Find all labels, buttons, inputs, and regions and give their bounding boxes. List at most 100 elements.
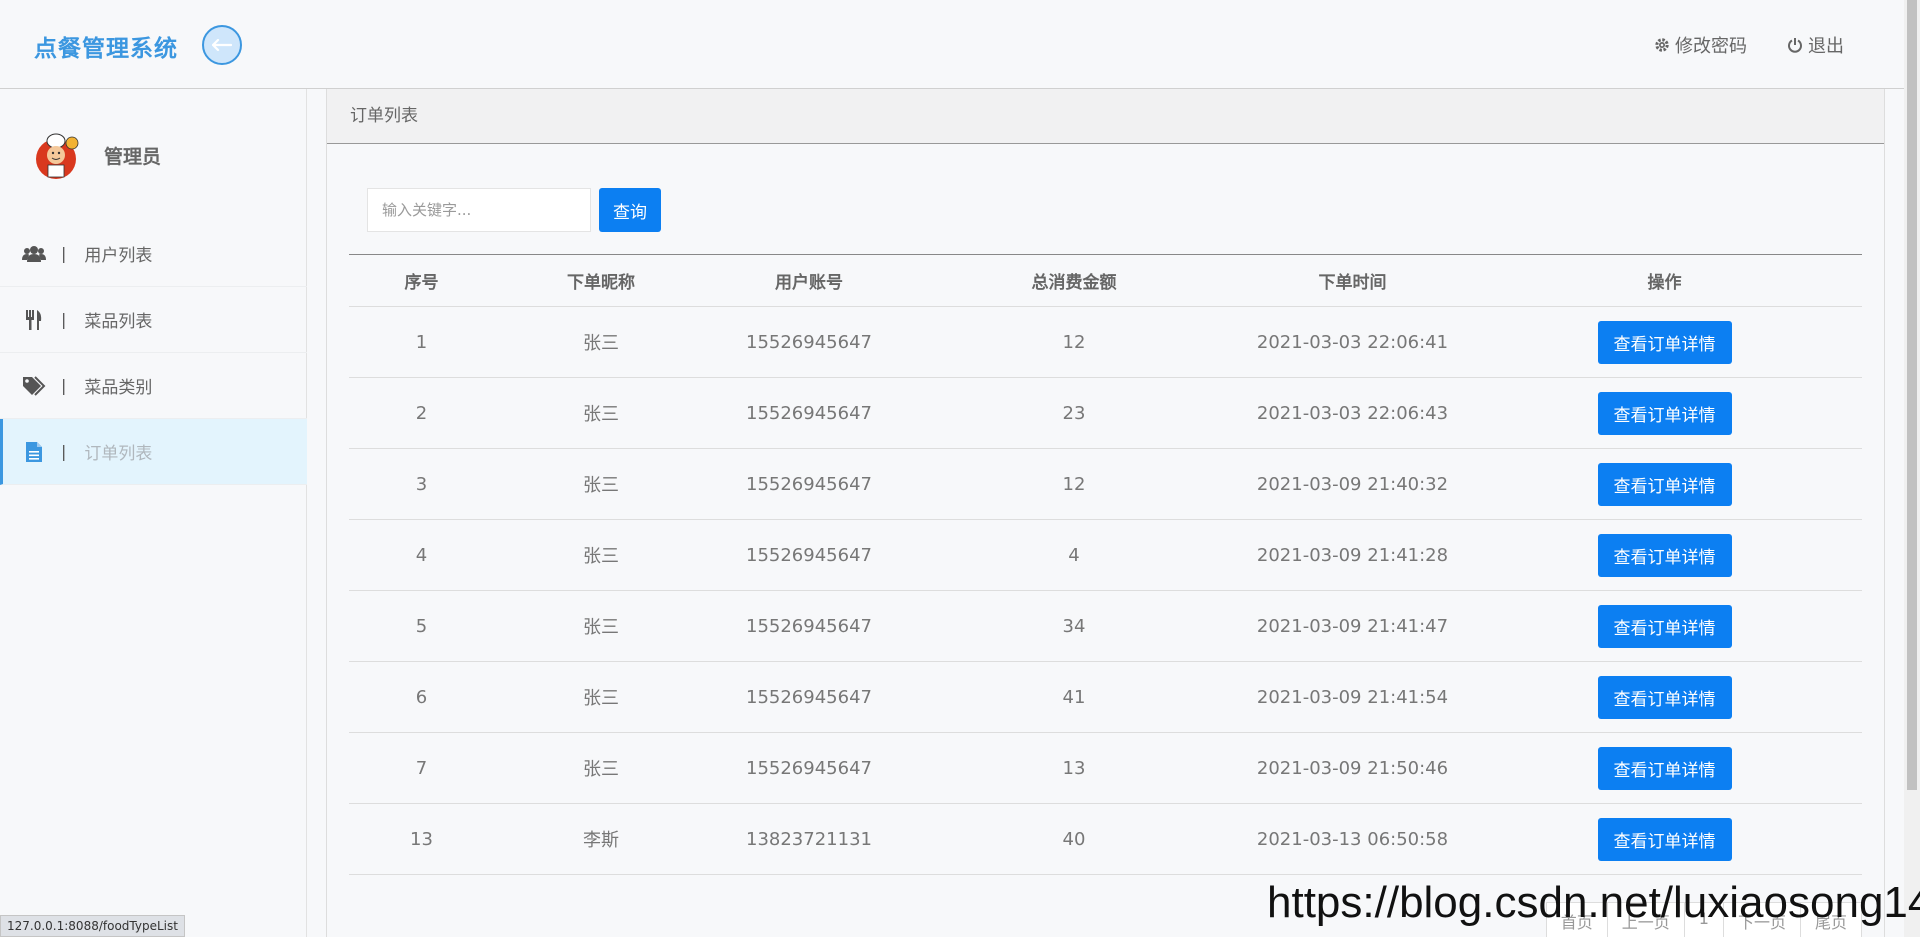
sidebar-item-label: 菜品类别 xyxy=(84,378,153,398)
cell-index: 7 xyxy=(349,732,494,804)
cell-total: 12 xyxy=(910,448,1238,520)
cell-order-time: 2021-03-03 22:06:43 xyxy=(1238,377,1467,449)
cell-order-time: 2021-03-13 06:50:58 xyxy=(1238,803,1467,875)
cell-nickname: 李斯 xyxy=(494,803,708,875)
sidebar: 管理员 | 用户列表 | 菜品列表 | 菜品类别 | 订单列表 xyxy=(0,89,307,937)
arrow-left-icon xyxy=(212,39,232,51)
table-row: 7 张三 15526945647 13 2021-03-09 21:50:46 … xyxy=(349,732,1862,804)
sidebar-item-label: 订单列表 xyxy=(84,444,153,464)
cell-order-time: 2021-03-09 21:41:47 xyxy=(1238,590,1467,662)
order-list-panel: 订单列表 查询 序号 下单昵称 用户账号 总消费金额 下单时间 操作 1 张三 … xyxy=(326,89,1885,937)
logout-link[interactable]: 退出 xyxy=(1787,32,1844,58)
table-row: 2 张三 15526945647 23 2021-03-03 22:06:43 … xyxy=(349,377,1862,449)
cell-index: 2 xyxy=(349,377,494,449)
sidebar-item-label: 菜品列表 xyxy=(84,312,153,332)
cell-account: 15526945647 xyxy=(708,732,910,804)
table-row: 6 张三 15526945647 41 2021-03-09 21:41:54 … xyxy=(349,661,1862,733)
view-order-details-button[interactable]: 查看订单详情 xyxy=(1597,391,1732,435)
cell-nickname: 张三 xyxy=(494,661,708,733)
sidebar-item-dishes[interactable]: | 菜品列表 xyxy=(0,287,307,353)
search-button[interactable]: 查询 xyxy=(599,188,661,232)
cell-nickname: 张三 xyxy=(494,306,708,378)
table-header-row: 序号 下单昵称 用户账号 总消费金额 下单时间 操作 xyxy=(349,254,1862,307)
app-title: 点餐管理系统 xyxy=(34,36,178,62)
table-row: 4 张三 15526945647 4 2021-03-09 21:41:28 查… xyxy=(349,519,1862,591)
tags-icon xyxy=(21,375,47,397)
column-header: 下单昵称 xyxy=(494,254,708,307)
column-header: 下单时间 xyxy=(1238,254,1467,307)
table-row: 13 李斯 13823721131 40 2021-03-13 06:50:58… xyxy=(349,803,1862,875)
sidebar-item-users[interactable]: | 用户列表 xyxy=(0,221,307,287)
page-scrollbar[interactable] xyxy=(1904,0,1920,937)
cell-total: 12 xyxy=(910,306,1238,378)
cell-account: 13823721131 xyxy=(708,803,910,875)
cell-account: 15526945647 xyxy=(708,448,910,520)
cell-total: 34 xyxy=(910,590,1238,662)
cell-order-time: 2021-03-09 21:41:54 xyxy=(1238,661,1467,733)
utensils-icon xyxy=(21,309,47,331)
gear-icon xyxy=(1655,38,1669,52)
cell-nickname: 张三 xyxy=(494,590,708,662)
cell-nickname: 张三 xyxy=(494,377,708,449)
change-password-link[interactable]: 修改密码 xyxy=(1654,32,1747,58)
view-order-details-button[interactable]: 查看订单详情 xyxy=(1597,746,1732,790)
orders-table: 序号 下单昵称 用户账号 总消费金额 下单时间 操作 1 张三 15526945… xyxy=(349,254,1862,875)
cell-account: 15526945647 xyxy=(708,306,910,378)
profile: 管理员 xyxy=(30,129,161,181)
cell-account: 15526945647 xyxy=(708,661,910,733)
cell-index: 1 xyxy=(349,306,494,378)
file-icon xyxy=(21,441,47,463)
view-order-details-button[interactable]: 查看订单详情 xyxy=(1597,817,1732,861)
view-order-details-button[interactable]: 查看订单详情 xyxy=(1597,604,1732,648)
cell-total: 23 xyxy=(910,377,1238,449)
panel-title: 订单列表 xyxy=(327,89,1884,144)
column-header: 序号 xyxy=(349,254,494,307)
view-order-details-button[interactable]: 查看订单详情 xyxy=(1597,675,1732,719)
cell-index: 4 xyxy=(349,519,494,591)
cell-index: 5 xyxy=(349,590,494,662)
scrollbar-thumb[interactable] xyxy=(1907,0,1917,790)
cell-total: 40 xyxy=(910,803,1238,875)
collapse-sidebar-button[interactable] xyxy=(202,25,242,65)
cell-index: 6 xyxy=(349,661,494,733)
profile-name: 管理员 xyxy=(104,145,162,168)
power-icon xyxy=(1788,38,1802,53)
cell-account: 15526945647 xyxy=(708,377,910,449)
sidebar-item-label: 用户列表 xyxy=(84,246,153,266)
table-row: 3 张三 15526945647 12 2021-03-09 21:40:32 … xyxy=(349,448,1862,520)
column-header: 操作 xyxy=(1467,254,1862,307)
cell-nickname: 张三 xyxy=(494,519,708,591)
change-password-label: 修改密码 xyxy=(1675,36,1747,57)
table-row: 1 张三 15526945647 12 2021-03-03 22:06:41 … xyxy=(349,306,1862,378)
cell-index: 3 xyxy=(349,448,494,520)
cell-total: 13 xyxy=(910,732,1238,804)
column-header: 用户账号 xyxy=(708,254,910,307)
search-bar: 查询 xyxy=(367,188,661,232)
search-input[interactable] xyxy=(367,188,591,232)
chef-avatar xyxy=(36,133,79,179)
cell-order-time: 2021-03-09 21:41:28 xyxy=(1238,519,1467,591)
cell-order-time: 2021-03-09 21:40:32 xyxy=(1238,448,1467,520)
view-order-details-button[interactable]: 查看订单详情 xyxy=(1597,320,1732,364)
cell-index: 13 xyxy=(349,803,494,875)
cell-account: 15526945647 xyxy=(708,519,910,591)
view-order-details-button[interactable]: 查看订单详情 xyxy=(1597,462,1732,506)
top-header: 点餐管理系统 修改密码 退出 xyxy=(0,0,1904,89)
sidebar-item-orders[interactable]: | 订单列表 xyxy=(0,419,307,485)
cell-order-time: 2021-03-09 21:50:46 xyxy=(1238,732,1467,804)
cell-nickname: 张三 xyxy=(494,732,708,804)
view-order-details-button[interactable]: 查看订单详情 xyxy=(1597,533,1732,577)
cell-total: 41 xyxy=(910,661,1238,733)
cell-total: 4 xyxy=(910,519,1238,591)
cell-order-time: 2021-03-03 22:06:41 xyxy=(1238,306,1467,378)
status-bar-url: 127.0.0.1:8088/foodTypeList xyxy=(0,915,185,937)
watermark: https://blog.csdn.net/luxiaosong1425 xyxy=(1267,878,1920,927)
cell-account: 15526945647 xyxy=(708,590,910,662)
column-header: 总消费金额 xyxy=(910,254,1238,307)
sidebar-item-dish-category[interactable]: | 菜品类别 xyxy=(0,353,307,419)
sidebar-nav: | 用户列表 | 菜品列表 | 菜品类别 | 订单列表 xyxy=(0,221,307,485)
table-row: 5 张三 15526945647 34 2021-03-09 21:41:47 … xyxy=(349,590,1862,662)
users-icon xyxy=(21,243,47,265)
logout-label: 退出 xyxy=(1808,36,1844,57)
cell-nickname: 张三 xyxy=(494,448,708,520)
